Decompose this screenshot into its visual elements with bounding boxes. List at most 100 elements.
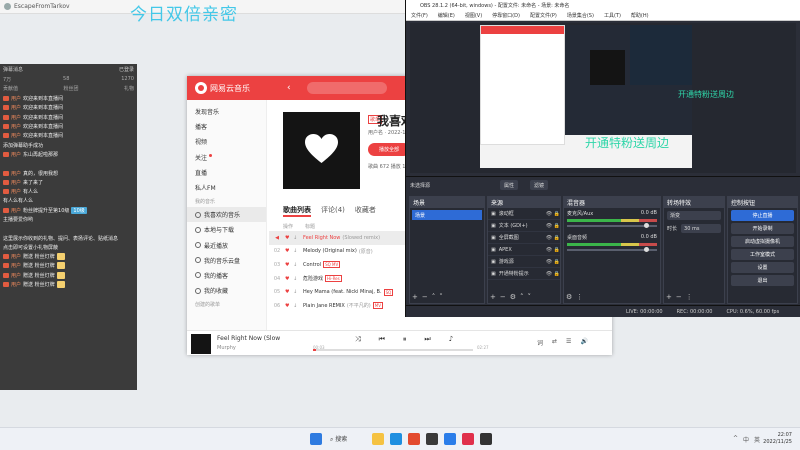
remove-icon[interactable]: − [422,293,428,301]
like-icon[interactable]: ♥ [285,276,293,282]
chat-header-status[interactable]: 已登录 [119,66,134,76]
menu-help[interactable]: 帮助(H) [631,12,649,19]
next-icon[interactable]: ⏭ [424,335,430,344]
like-icon[interactable]: ♥ [285,235,293,241]
game-icon[interactable] [426,433,438,445]
sidebar-item-follow[interactable]: 关注 [187,150,266,165]
obs-taskbar-icon[interactable] [480,433,492,445]
menu-file[interactable]: 文件(F) [411,12,428,19]
tray-expand-icon[interactable]: ^ [733,435,738,444]
file-explorer-icon[interactable] [372,433,384,445]
menu-icon[interactable]: ⋮ [576,293,583,301]
source-item[interactable]: ▣ 开通特粉提示 👁 🔒 [488,268,560,280]
back-icon[interactable]: ‹ [287,83,291,93]
down-icon[interactable]: ˅ [528,293,532,301]
music-search-input[interactable] [307,82,387,94]
exit-button[interactable]: 退出 [731,275,794,286]
download-icon[interactable]: ↓ [293,235,303,241]
language-icon[interactable]: 英 [754,435,760,444]
chat-username[interactable]: 用户 [11,179,21,186]
up-icon[interactable]: ˄ [432,293,436,301]
menu-view[interactable]: 视图(V) [465,12,482,19]
start-icon[interactable] [310,433,322,445]
sidebar-item-video[interactable]: 视频 [187,134,266,149]
netease-music-taskbar-icon[interactable] [462,433,474,445]
up-icon[interactable]: ˄ [520,293,524,301]
source-item[interactable]: ▣ 全屏截图 👁 🔒 [488,232,560,244]
chat-username[interactable]: 用户 [11,272,21,279]
chat-username[interactable]: 用户 [11,207,21,214]
sidebar-item-live[interactable]: 直播 [187,165,266,180]
sidebar-item-my-podcast[interactable]: 我的播客 [187,268,266,283]
sidebar-item-local[interactable]: 本地与下载 [187,222,266,237]
chat-username[interactable]: 用户 [11,104,21,111]
chat-username[interactable]: 用户 [11,262,21,269]
menu-profile[interactable]: 配置文件(P) [530,12,557,19]
visibility-lock-icon[interactable]: 👁 🔒 [546,223,560,229]
volume-icon[interactable]: 🔊 [580,338,587,347]
virtual-camera-button[interactable]: 启动虚拟摄像机 [731,236,794,247]
shuffle-icon[interactable]: ⤨ [355,335,361,344]
download-icon[interactable]: ↓ [293,289,303,295]
source-item[interactable]: ▣ 游戏源 👁 🔒 [488,256,560,268]
volume-slider[interactable] [567,223,657,228]
visibility-lock-icon[interactable]: 👁 🔒 [546,235,560,241]
filters-button[interactable]: 滤镜 [530,180,549,190]
lyrics-icon[interactable]: ♪ [449,335,453,344]
properties-button[interactable]: 属性 [500,180,519,190]
download-icon[interactable]: ↓ [293,303,303,309]
menu-icon[interactable]: ⋮ [686,293,693,301]
remove-icon[interactable]: − [676,293,682,301]
chat-username[interactable]: 用户 [11,170,21,177]
start-recording-button[interactable]: 开始录制 [731,223,794,234]
transition-select[interactable]: 渐变 [667,211,721,220]
stop-streaming-button[interactable]: 停止直播 [731,210,794,221]
obs-preview[interactable]: 开通特粉送周边 开通特粉送周边 [410,23,796,173]
sidebar-item-discover[interactable]: 发现音乐 [187,104,266,119]
tab-songs[interactable]: 歌曲列表 [283,205,311,217]
source-item[interactable]: ▣ 文本 (GDI+) 👁 🔒 [488,220,560,232]
like-icon[interactable]: ♥ [285,289,293,295]
like-icon[interactable]: ♥ [285,248,293,254]
chat-username[interactable]: 用户 [11,95,21,102]
menu-scene-collection[interactable]: 场景集合(S) [567,12,594,19]
playlist-owner[interactable]: 用户名 · 2022-11 [368,129,409,136]
clock[interactable]: 22:07 2022/11/25 [763,432,792,446]
chat-username[interactable]: 用户 [11,188,21,195]
tab-comments[interactable]: 评论(4) [321,205,345,217]
loop-icon[interactable]: ⇄ [552,338,557,347]
pause-icon[interactable]: ⏸ [403,335,407,344]
chat-username[interactable]: 用户 [11,123,21,130]
sidebar-item-collection[interactable]: 我的收藏 [187,283,266,298]
studio-mode-button[interactable]: 工作室模式 [731,249,794,260]
sidebar-item-cloud[interactable]: 我的音乐云盘 [187,253,266,268]
visibility-lock-icon[interactable]: 👁 🔒 [546,271,560,277]
visibility-lock-icon[interactable]: 👁 🔒 [546,247,560,253]
scene-item[interactable]: 场景 [412,210,482,220]
download-icon[interactable]: ↓ [293,276,303,282]
menu-docks[interactable]: 停靠窗口(D) [492,12,520,19]
taskbar-search[interactable]: ⌕ 搜索 [330,434,347,444]
menu-edit[interactable]: 编辑(E) [438,12,455,19]
play-all-button[interactable]: 播放全部 [368,143,410,156]
tab-subscribers[interactable]: 收藏者 [355,205,376,217]
player-cover[interactable] [191,334,211,354]
chat-username[interactable]: 用户 [11,253,21,260]
sidebar-item-liked[interactable]: 我喜欢的音乐 [187,207,266,223]
sidebar-item-recent[interactable]: 最近播放 [187,238,266,253]
playlist-icon[interactable]: ☰ [566,338,571,347]
chrome-icon[interactable] [408,433,420,445]
download-icon[interactable]: ↓ [293,262,303,268]
volume-slider[interactable] [567,247,657,252]
add-icon[interactable]: + [666,293,672,301]
gear-icon[interactable]: ⚙ [566,293,572,301]
sidebar-item-podcast[interactable]: 播客 [187,119,266,134]
down-icon[interactable]: ˅ [439,293,443,301]
gear-icon[interactable]: ⚙ [510,293,516,301]
player-artist[interactable]: Murphy [217,345,236,351]
chat-username[interactable]: 用户 [11,151,21,158]
chat-username[interactable]: 用户 [11,114,21,121]
progress-bar[interactable] [313,349,473,351]
chat-username[interactable]: 用户 [11,281,21,288]
add-icon[interactable]: + [490,293,496,301]
